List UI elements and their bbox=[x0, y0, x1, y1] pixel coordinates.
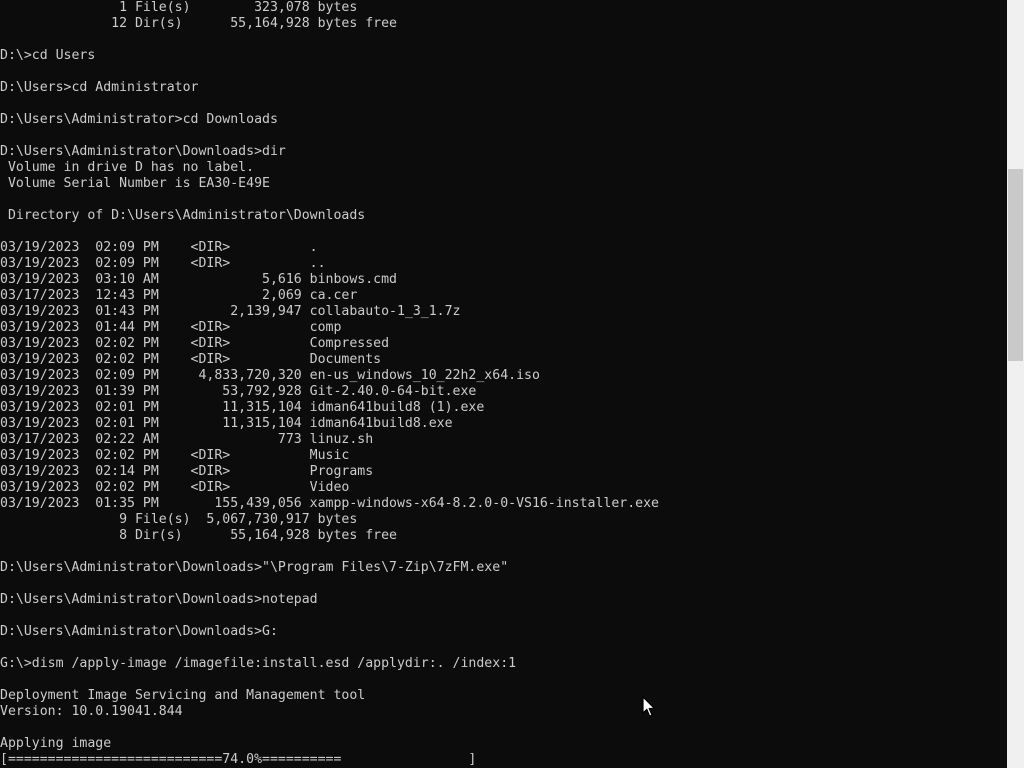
output-line: 8 Dir(s) 55,164,928 bytes free bbox=[0, 528, 397, 543]
directory-entry-line: 03/19/2023 02:09 PM <DIR> .. bbox=[0, 256, 326, 271]
directory-entry-line: 03/19/2023 01:43 PM 2,139,947 collabauto… bbox=[0, 304, 461, 319]
directory-entry-line: 03/19/2023 02:14 PM <DIR> Programs bbox=[0, 464, 374, 479]
command-line: D:\Users\Administrator>cd Downloads bbox=[0, 112, 278, 127]
output-line: Directory of D:\Users\Administrator\Down… bbox=[0, 208, 366, 223]
mouse-pointer-icon-graphic bbox=[642, 696, 655, 717]
directory-entry-line: 03/19/2023 02:01 PM 11,315,104 idman641b… bbox=[0, 400, 485, 415]
scrollbar-thumb[interactable] bbox=[1008, 169, 1023, 361]
output-line: Applying image bbox=[0, 736, 112, 751]
command-line: D:\Users\Administrator\Downloads>notepad bbox=[0, 592, 318, 607]
directory-entry-line: 03/19/2023 02:02 PM <DIR> Video bbox=[0, 480, 350, 495]
directory-entry-line: 03/19/2023 02:09 PM 4,833,720,320 en-us_… bbox=[0, 368, 540, 383]
command-line: D:\Users\Administrator\Downloads>"\Progr… bbox=[0, 560, 509, 575]
progress-bar-line: [===========================74.0%=======… bbox=[0, 752, 477, 767]
mouse-pointer-icon bbox=[642, 696, 656, 718]
command-line: D:\Users>cd Administrator bbox=[0, 80, 199, 95]
directory-entry-line: 03/19/2023 02:02 PM <DIR> Compressed bbox=[0, 336, 390, 351]
vertical-scrollbar[interactable] bbox=[1007, 0, 1024, 768]
output-line: Volume Serial Number is EA30-E49E bbox=[0, 176, 270, 191]
directory-entry-line: 03/19/2023 02:02 PM <DIR> Music bbox=[0, 448, 350, 463]
directory-entry-line: 03/19/2023 02:01 PM 11,315,104 idman641b… bbox=[0, 416, 453, 431]
console-output-area[interactable]: 1 File(s) 323,078 bytes 12 Dir(s) 55,164… bbox=[0, 0, 1007, 768]
directory-entry-line: 03/17/2023 02:22 AM 773 linuz.sh bbox=[0, 432, 374, 447]
output-line: Volume in drive D has no label. bbox=[0, 160, 255, 175]
directory-entry-line: 03/19/2023 01:39 PM 53,792,928 Git-2.40.… bbox=[0, 384, 477, 399]
directory-entry-line: 03/19/2023 01:35 PM 155,439,056 xampp-wi… bbox=[0, 496, 659, 511]
directory-entry-line: 03/17/2023 12:43 PM 2,069 ca.cer bbox=[0, 288, 358, 303]
directory-entry-line: 03/19/2023 02:09 PM <DIR> . bbox=[0, 240, 318, 255]
directory-entry-line: 03/19/2023 01:44 PM <DIR> comp bbox=[0, 320, 342, 335]
directory-entry-line: 03/19/2023 03:10 AM 5,616 binbows.cmd bbox=[0, 272, 397, 287]
output-line: 9 File(s) 5,067,730,917 bytes bbox=[0, 512, 358, 527]
command-line: D:\>cd Users bbox=[0, 48, 96, 63]
command-line: D:\Users\Administrator\Downloads>G: bbox=[0, 624, 278, 639]
output-line: Deployment Image Servicing and Managemen… bbox=[0, 688, 366, 703]
command-line: D:\Users\Administrator\Downloads>dir bbox=[0, 144, 286, 159]
output-line: 12 Dir(s) 55,164,928 bytes free bbox=[0, 16, 397, 31]
output-line: Version: 10.0.19041.844 bbox=[0, 704, 183, 719]
directory-entry-line: 03/19/2023 02:02 PM <DIR> Documents bbox=[0, 352, 382, 367]
console-text: 1 File(s) 323,078 bytes 12 Dir(s) 55,164… bbox=[0, 0, 659, 768]
output-line: 1 File(s) 323,078 bytes bbox=[0, 0, 358, 15]
command-line: G:\>dism /apply-image /imagefile:install… bbox=[0, 656, 517, 671]
